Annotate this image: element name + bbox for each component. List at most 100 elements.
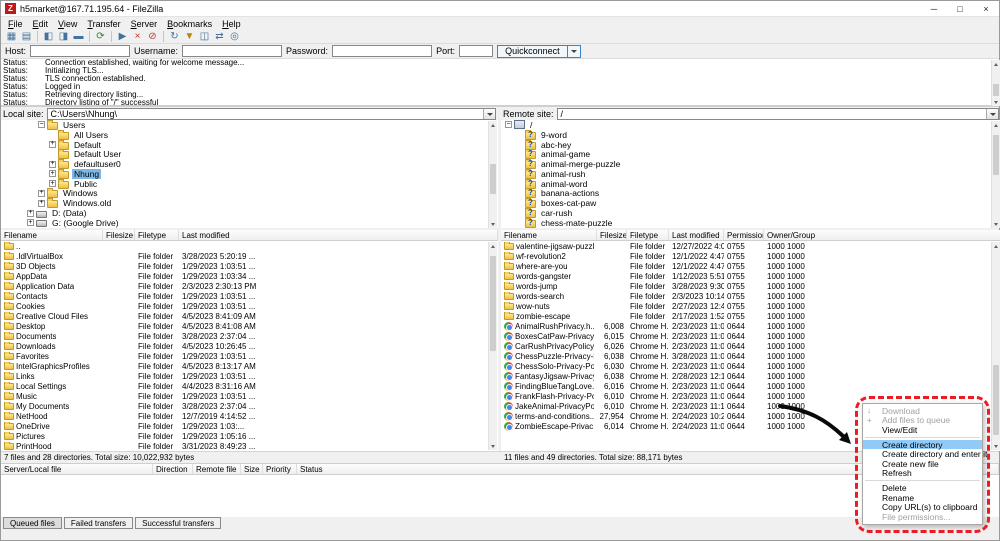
- context-item-create-directory[interactable]: Create directory: [863, 440, 982, 450]
- file-row-application-data[interactable]: Application DataFile folder2/3/2023 2:30…: [1, 281, 498, 291]
- menu-bookmarks[interactable]: Bookmarks: [162, 19, 217, 29]
- vertical-scrollbar[interactable]: [488, 242, 497, 450]
- column-header-name[interactable]: Filename: [1, 230, 103, 240]
- column-header-priority[interactable]: Priority: [263, 464, 297, 474]
- file-row-appdata[interactable]: AppDataFile folder1/29/2023 1:03:34 ...: [1, 271, 498, 281]
- scroll-thumb[interactable]: [993, 84, 999, 96]
- tree-item-boxes-cat-paw[interactable]: ?boxes-cat-paw: [501, 198, 1000, 208]
- menu-file[interactable]: File: [3, 19, 28, 29]
- remote-site-dropdown-button[interactable]: [986, 109, 998, 119]
- file-row-frankflash-privacy-pol[interactable]: FrankFlash-Privacy-Pol...6,010Chrome H..…: [501, 391, 1000, 401]
- tree-item-windows[interactable]: +Windows: [1, 189, 498, 199]
- file-row-nethood[interactable]: NetHoodFile folder12/7/2019 4:14:52 ...: [1, 411, 498, 421]
- file-row-3d-objects[interactable]: 3D ObjectsFile folder1/29/2023 1:03:51 .…: [1, 261, 498, 271]
- file-row-local-settings[interactable]: Local SettingsFile folder4/4/2023 8:31:1…: [1, 381, 498, 391]
- column-header-remote-file[interactable]: Remote file: [193, 464, 241, 474]
- context-item-copy-url-s-to-clipboard[interactable]: Copy URL(s) to clipboard: [863, 502, 982, 512]
- local-site-combobox[interactable]: C:\Users\Nhung\: [47, 108, 496, 120]
- column-header-server-local-file[interactable]: Server/Local file: [1, 464, 153, 474]
- file-row-zombie-escape[interactable]: zombie-escapeFile folder2/17/2023 1:52:.…: [501, 311, 1000, 321]
- find-icon[interactable]: ◎: [228, 30, 241, 43]
- username-input[interactable]: [182, 45, 282, 57]
- tree-item-g-google-drive[interactable]: +G: (Google Drive): [1, 218, 498, 228]
- tree-item-users[interactable]: −Users: [1, 120, 498, 130]
- tree-item-banana-actions[interactable]: ?banana-actions: [501, 189, 1000, 199]
- scroll-down-button[interactable]: [992, 442, 1000, 450]
- tree-item-default[interactable]: +Default: [1, 140, 498, 150]
- vertical-scrollbar[interactable]: [488, 121, 497, 228]
- local-site-dropdown-button[interactable]: [483, 109, 495, 119]
- file-row-chesssolo-privacy-po[interactable]: ChessSolo-Privacy-Po...6,030Chrome H...2…: [501, 361, 1000, 371]
- scroll-track[interactable]: [489, 129, 497, 220]
- tree-item-item[interactable]: −/: [501, 120, 1000, 130]
- vertical-scrollbar[interactable]: [991, 242, 1000, 450]
- menu-edit[interactable]: Edit: [28, 19, 54, 29]
- scroll-track[interactable]: [992, 129, 1000, 220]
- vertical-scrollbar[interactable]: [991, 60, 1000, 106]
- tree-item-animal-game[interactable]: ?animal-game: [501, 149, 1000, 159]
- expand-icon[interactable]: +: [27, 219, 34, 226]
- tree-item-public[interactable]: +Public: [1, 179, 498, 189]
- file-row-words-jump[interactable]: words-jumpFile folder3/28/2023 9:30:...0…: [501, 281, 1000, 291]
- file-row-words-search[interactable]: words-searchFile folder2/3/2023 10:14:..…: [501, 291, 1000, 301]
- column-header-perms[interactable]: Permissions: [724, 230, 764, 240]
- file-row-creative-cloud-files[interactable]: Creative Cloud FilesFile folder4/5/2023 …: [1, 311, 498, 321]
- file-row-contacts[interactable]: ContactsFile folder1/29/2023 1:03:51 ...: [1, 291, 498, 301]
- transfer-queue-icon[interactable]: ▬: [72, 30, 85, 43]
- collapse-icon[interactable]: −: [505, 121, 512, 128]
- cancel-icon[interactable]: ×: [131, 30, 144, 43]
- host-input[interactable]: [30, 45, 130, 57]
- column-header-name[interactable]: Filename: [501, 230, 597, 240]
- tab-failed-transfers[interactable]: Failed transfers: [64, 517, 133, 529]
- expand-icon[interactable]: +: [27, 210, 34, 217]
- expand-icon[interactable]: +: [49, 170, 56, 177]
- remote-site-combobox[interactable]: /: [557, 108, 999, 120]
- tree-item-animal-rush[interactable]: ?animal-rush: [501, 169, 1000, 179]
- file-row-pictures[interactable]: PicturesFile folder1/29/2023 1:05:16 ...: [1, 431, 498, 441]
- file-row-animalrushprivacy-h[interactable]: AnimalRushPrivacy.h...6,008Chrome H...2/…: [501, 321, 1000, 331]
- file-row-desktop[interactable]: DesktopFile folder4/5/2023 8:41:08 AM: [1, 321, 498, 331]
- file-row-printhood[interactable]: PrintHoodFile folder3/31/2023 8:49:23 ..…: [1, 441, 498, 451]
- file-row-onedrive[interactable]: OneDriveFile folder1/29/2023 1:03:...: [1, 421, 498, 431]
- tree-item-9-word[interactable]: ?9-word: [501, 130, 1000, 140]
- vertical-scrollbar[interactable]: [991, 121, 1000, 228]
- expand-icon[interactable]: +: [49, 180, 56, 187]
- scroll-down-button[interactable]: [992, 220, 1000, 228]
- minimize-button[interactable]: ─: [921, 1, 947, 16]
- file-row-findingbluetanglove[interactable]: FindingBlueTangLove...6,016Chrome H...2/…: [501, 381, 1000, 391]
- scroll-down-button[interactable]: [489, 442, 497, 450]
- scroll-down-button[interactable]: [992, 98, 1000, 106]
- tree-item-car-rush[interactable]: ?car-rush: [501, 208, 1000, 218]
- quickconnect-dropdown-button[interactable]: [568, 45, 581, 58]
- file-row-downloads[interactable]: DownloadsFile folder4/5/2023 10:26:45 ..…: [1, 341, 498, 351]
- scroll-up-button[interactable]: [992, 242, 1000, 250]
- process-queue-icon[interactable]: ▶: [116, 30, 129, 43]
- tab-queued-files[interactable]: Queued files: [3, 517, 62, 529]
- menu-view[interactable]: View: [53, 19, 82, 29]
- scroll-up-button[interactable]: [489, 242, 497, 250]
- expand-icon[interactable]: +: [49, 141, 56, 148]
- context-item-view-edit[interactable]: View/Edit: [863, 425, 982, 435]
- file-row-my-documents[interactable]: My DocumentsFile folder3/28/2023 2:37:04…: [1, 401, 498, 411]
- compare-icon[interactable]: ◫: [198, 30, 211, 43]
- tree-item-windows-old[interactable]: +Windows.old: [1, 198, 498, 208]
- close-button[interactable]: ×: [973, 1, 999, 16]
- port-input[interactable]: [459, 45, 493, 57]
- reconnect-icon[interactable]: ↻: [168, 30, 181, 43]
- scroll-thumb[interactable]: [490, 164, 496, 194]
- remote-tree-icon[interactable]: ◨: [57, 30, 70, 43]
- tree-item-nhung[interactable]: +Nhung: [1, 169, 498, 179]
- file-row-where-are-you[interactable]: where-are-youFile folder12/1/2022 4:47:.…: [501, 261, 1000, 271]
- context-item-rename[interactable]: Rename: [863, 493, 982, 503]
- column-header-type[interactable]: Filetype: [135, 230, 179, 240]
- file-row-idlvirtualbox[interactable]: .IdlVirtualBoxFile folder3/28/2023 5:20:…: [1, 251, 498, 261]
- file-row-wf-revolution2[interactable]: wf-revolution2File folder12/1/2022 4:47:…: [501, 251, 1000, 261]
- password-input[interactable]: [332, 45, 432, 57]
- local-tree-icon[interactable]: ◧: [42, 30, 55, 43]
- file-row-links[interactable]: LinksFile folder1/29/2023 1:03:51 ...: [1, 371, 498, 381]
- scroll-up-button[interactable]: [992, 121, 1000, 129]
- tab-successful-transfers[interactable]: Successful transfers: [135, 517, 221, 529]
- column-header-type[interactable]: Filetype: [627, 230, 669, 240]
- scroll-track[interactable]: [489, 250, 497, 442]
- maximize-button[interactable]: □: [947, 1, 973, 16]
